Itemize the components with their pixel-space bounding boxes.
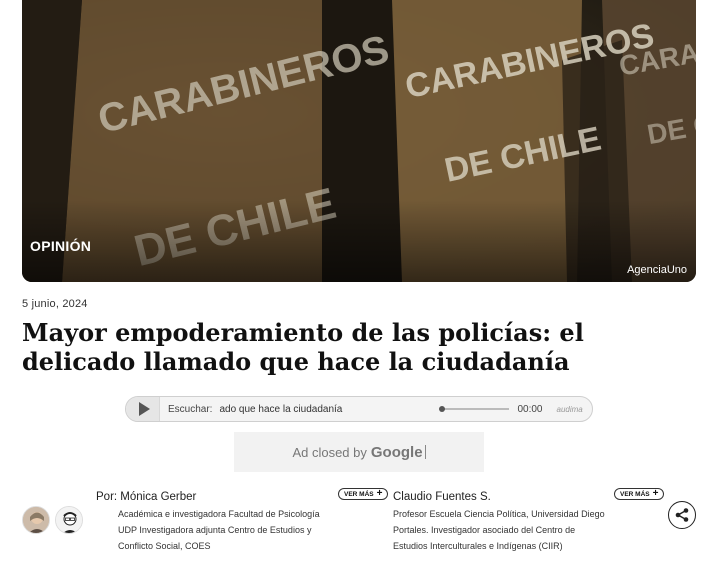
- avatar-author-1[interactable]: [22, 506, 50, 534]
- avatar-portrait-1: [23, 507, 49, 533]
- ver-mas-label-2: VER MÁS: [620, 490, 650, 498]
- ad-caret: [424, 445, 426, 459]
- photo-credit: AgenciaUno: [627, 264, 687, 276]
- author-2-name[interactable]: Claudio Fuentes S.: [393, 491, 491, 503]
- progress-bar[interactable]: [439, 406, 510, 412]
- author-2-description: Profesor Escuela Ciencia Política, Unive…: [393, 509, 605, 551]
- avatar-portrait-2: [56, 507, 82, 533]
- hero-image: CARABINEROS DE CHILE CARABINEROS DE CHIL…: [22, 0, 696, 282]
- player-title: ado que hace la ciudadanía: [219, 403, 343, 415]
- article-date: 5 junio, 2024: [22, 298, 88, 310]
- play-button[interactable]: [126, 397, 160, 421]
- audio-player: Escuchar: ado que hace la ciudadanía 00:…: [125, 396, 593, 422]
- author-1-description: Académica e investigadora Facultad de Ps…: [118, 509, 320, 551]
- ver-mas-button-1[interactable]: VER MÁS +: [338, 488, 389, 500]
- ad-text: Ad closed by: [292, 444, 367, 460]
- author-1-name[interactable]: Mónica Gerber: [120, 491, 196, 503]
- ad-closed-box: Ad closed by Google: [234, 432, 484, 472]
- ver-mas-label-1: VER MÁS: [344, 490, 374, 498]
- byline-prefix: Por:: [96, 491, 118, 503]
- player-time: 00:00: [517, 403, 543, 415]
- avatar-author-2[interactable]: [55, 506, 83, 534]
- share-icon: [675, 508, 689, 522]
- section-tag[interactable]: OPINIÓN: [30, 238, 91, 254]
- ad-brand: Google: [370, 443, 423, 461]
- play-icon: [138, 402, 150, 416]
- article-title: Mayor empoderamiento de las policías: el…: [22, 318, 584, 376]
- plus-icon: +: [652, 488, 659, 499]
- player-label: Escuchar:: [168, 403, 213, 415]
- byline-author-1: Por: Mónica Gerber: [96, 491, 196, 503]
- plus-icon: +: [376, 488, 383, 499]
- ver-mas-button-2[interactable]: VER MÁS +: [614, 488, 665, 500]
- hero-photo: CARABINEROS DE CHILE CARABINEROS DE CHIL…: [22, 0, 696, 282]
- progress-knob[interactable]: [439, 406, 446, 412]
- share-button[interactable]: [668, 501, 696, 529]
- player-brand[interactable]: audima: [557, 405, 583, 414]
